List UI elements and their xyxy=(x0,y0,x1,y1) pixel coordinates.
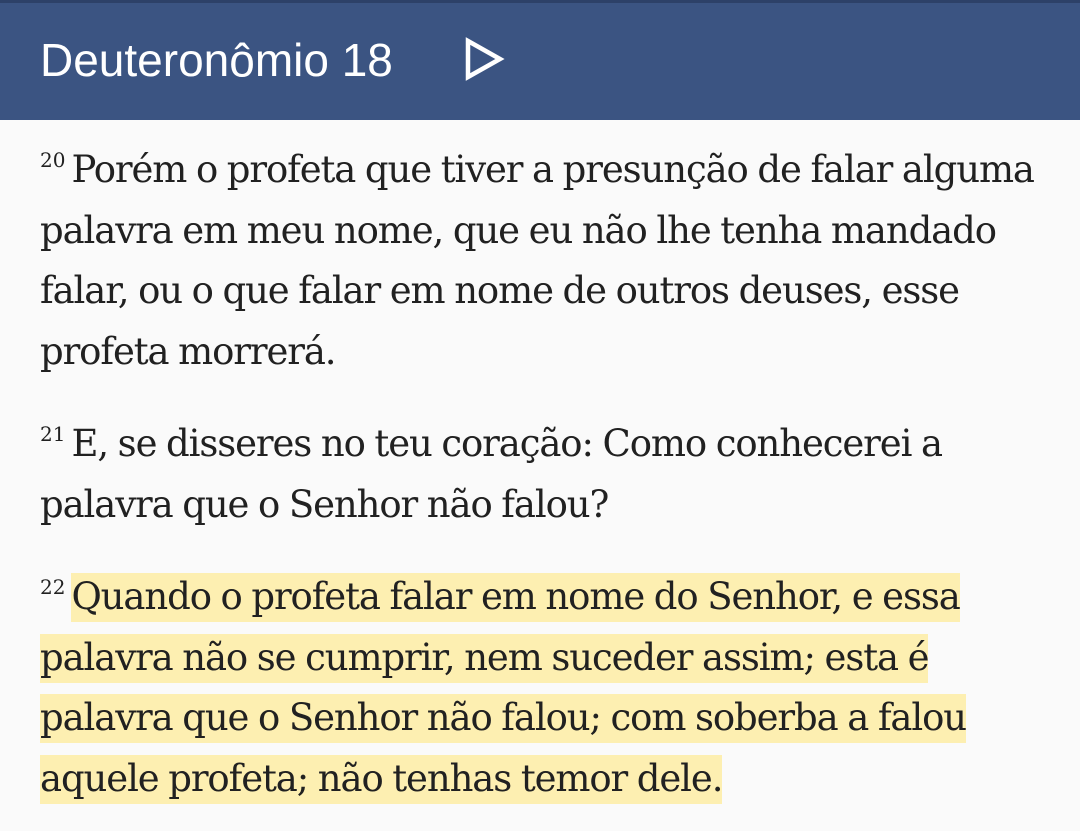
header-top-border xyxy=(0,0,1080,3)
app-header: Deuteronômio 18 xyxy=(0,0,1080,120)
verse-number: 21 xyxy=(40,422,66,446)
verse-20[interactable]: 20 Porém o profeta que tiver a presunção … xyxy=(40,130,1040,382)
verse-21[interactable]: 21 E, se disseres no teu coração: Como co… xyxy=(40,404,1040,535)
chapter-content: 20 Porém o profeta que tiver a presunção … xyxy=(40,130,1040,831)
verse-22[interactable]: 22 Quando o profeta falar em nome do Senh… xyxy=(40,557,1040,809)
highlighted-verse-text: Quando o profeta falar em nome do Senhor… xyxy=(40,573,967,804)
verse-text: E, se disseres no teu coração: Como conh… xyxy=(40,422,943,526)
verse-number: 20 xyxy=(40,148,66,172)
verse-text: Porém o profeta que tiver a presunção de… xyxy=(40,148,1035,373)
verse-number: 22 xyxy=(40,575,66,599)
chapter-title[interactable]: Deuteronômio 18 xyxy=(40,30,393,90)
play-icon[interactable] xyxy=(462,37,506,81)
